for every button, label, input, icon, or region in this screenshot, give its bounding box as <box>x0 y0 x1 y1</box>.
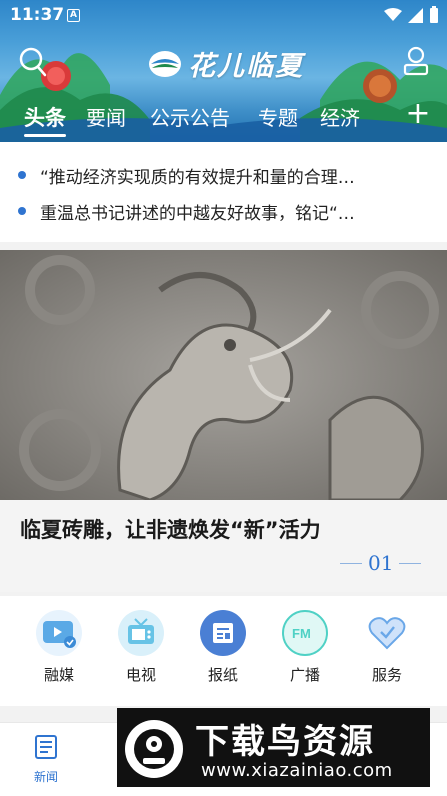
active-tab-indicator <box>24 134 66 137</box>
service-label: 融媒 <box>43 666 74 684</box>
add-channel-button[interactable]: + <box>405 99 431 130</box>
service-label: 报纸 <box>207 666 238 684</box>
search-button[interactable] <box>18 46 48 80</box>
news-icon <box>35 735 57 759</box>
service-media[interactable]: 融媒 <box>24 610 94 685</box>
news-ticker: “推动经济实现质的有效提升和量的合理… 重温总书记讲述的中越友好故事，铭记“… <box>0 142 447 242</box>
app-logo: 花儿临夏 <box>148 44 304 83</box>
battery-icon <box>430 6 438 23</box>
ticker-item[interactable]: “推动经济实现质的有效提升和量的合理… <box>18 160 428 190</box>
tab-economy[interactable]: 经济 <box>320 102 360 131</box>
newspaper-icon <box>200 610 246 656</box>
watermark-title: 下载鸟资源 <box>195 722 375 762</box>
status-bar: 11:37 A <box>0 0 447 32</box>
service-label: 服务 <box>371 666 402 684</box>
user-icon <box>403 46 429 76</box>
service-grid: 融媒 电视 报纸 FM 广播 服务 <box>0 596 447 706</box>
radio-fm-icon: FM <box>282 610 328 656</box>
indicator-line <box>399 562 422 564</box>
featured-banner[interactable]: 临夏砖雕，让非遗焕发“新”活力 01 <box>0 250 447 592</box>
bullet-dot-icon <box>18 207 26 215</box>
ticker-item[interactable]: 重温总书记讲述的中越友好故事，铭记“… <box>18 196 428 226</box>
search-icon <box>19 47 47 77</box>
bullet-dot-icon <box>18 171 26 179</box>
indicator-line <box>340 562 362 564</box>
tv-icon <box>118 610 164 656</box>
ticker-text: “推动经济实现质的有效提升和量的合理… <box>40 167 355 188</box>
logo-mark-icon <box>149 50 181 77</box>
signal-icon <box>408 7 423 23</box>
nav-label: 新闻 <box>33 770 58 784</box>
watermark-overlay: 下载鸟资源 www.xiazainiao.com <box>117 708 430 787</box>
watermark-bird-icon <box>125 720 183 778</box>
logo-text: 花儿临夏 <box>188 51 304 82</box>
tab-topics[interactable]: 专题 <box>258 102 298 131</box>
status-time: 11:37 <box>10 5 65 25</box>
service-heart-icon <box>364 610 410 656</box>
media-icon <box>36 610 82 656</box>
indicator-number: 01 <box>368 551 394 575</box>
tab-announcements[interactable]: 公示公告 <box>150 102 230 131</box>
brick-carving-image <box>0 250 447 500</box>
nav-item-news[interactable]: 新闻 <box>24 733 68 785</box>
banner-page-indicator: 01 <box>340 546 432 580</box>
tab-news[interactable]: 要闻 <box>86 102 126 131</box>
service-label: 广播 <box>289 666 320 684</box>
svg-text:FM: FM <box>292 626 311 641</box>
service-tv[interactable]: 电视 <box>106 610 176 685</box>
header: 11:37 A 花儿临夏 头条 要闻 公示公告 专题 经济 + <box>0 0 447 142</box>
notification-badge: A <box>67 9 80 22</box>
profile-button[interactable] <box>401 44 431 78</box>
ticker-text: 重温总书记讲述的中越友好故事，铭记“… <box>40 203 355 224</box>
watermark-url: www.xiazainiao.com <box>201 760 393 781</box>
status-icons <box>384 6 439 24</box>
service-newspaper[interactable]: 报纸 <box>188 610 258 685</box>
service-radio[interactable]: FM 广播 <box>270 610 340 685</box>
banner-title[interactable]: 临夏砖雕，让非遗焕发“新”活力 <box>20 514 321 544</box>
service-services[interactable]: 服务 <box>352 610 422 685</box>
wifi-icon <box>384 8 402 21</box>
service-label: 电视 <box>125 666 156 684</box>
banner-image[interactable] <box>0 250 447 500</box>
channel-tabs: 头条 要闻 公示公告 专题 经济 + <box>0 98 447 138</box>
tab-headlines[interactable]: 头条 <box>24 102 66 132</box>
